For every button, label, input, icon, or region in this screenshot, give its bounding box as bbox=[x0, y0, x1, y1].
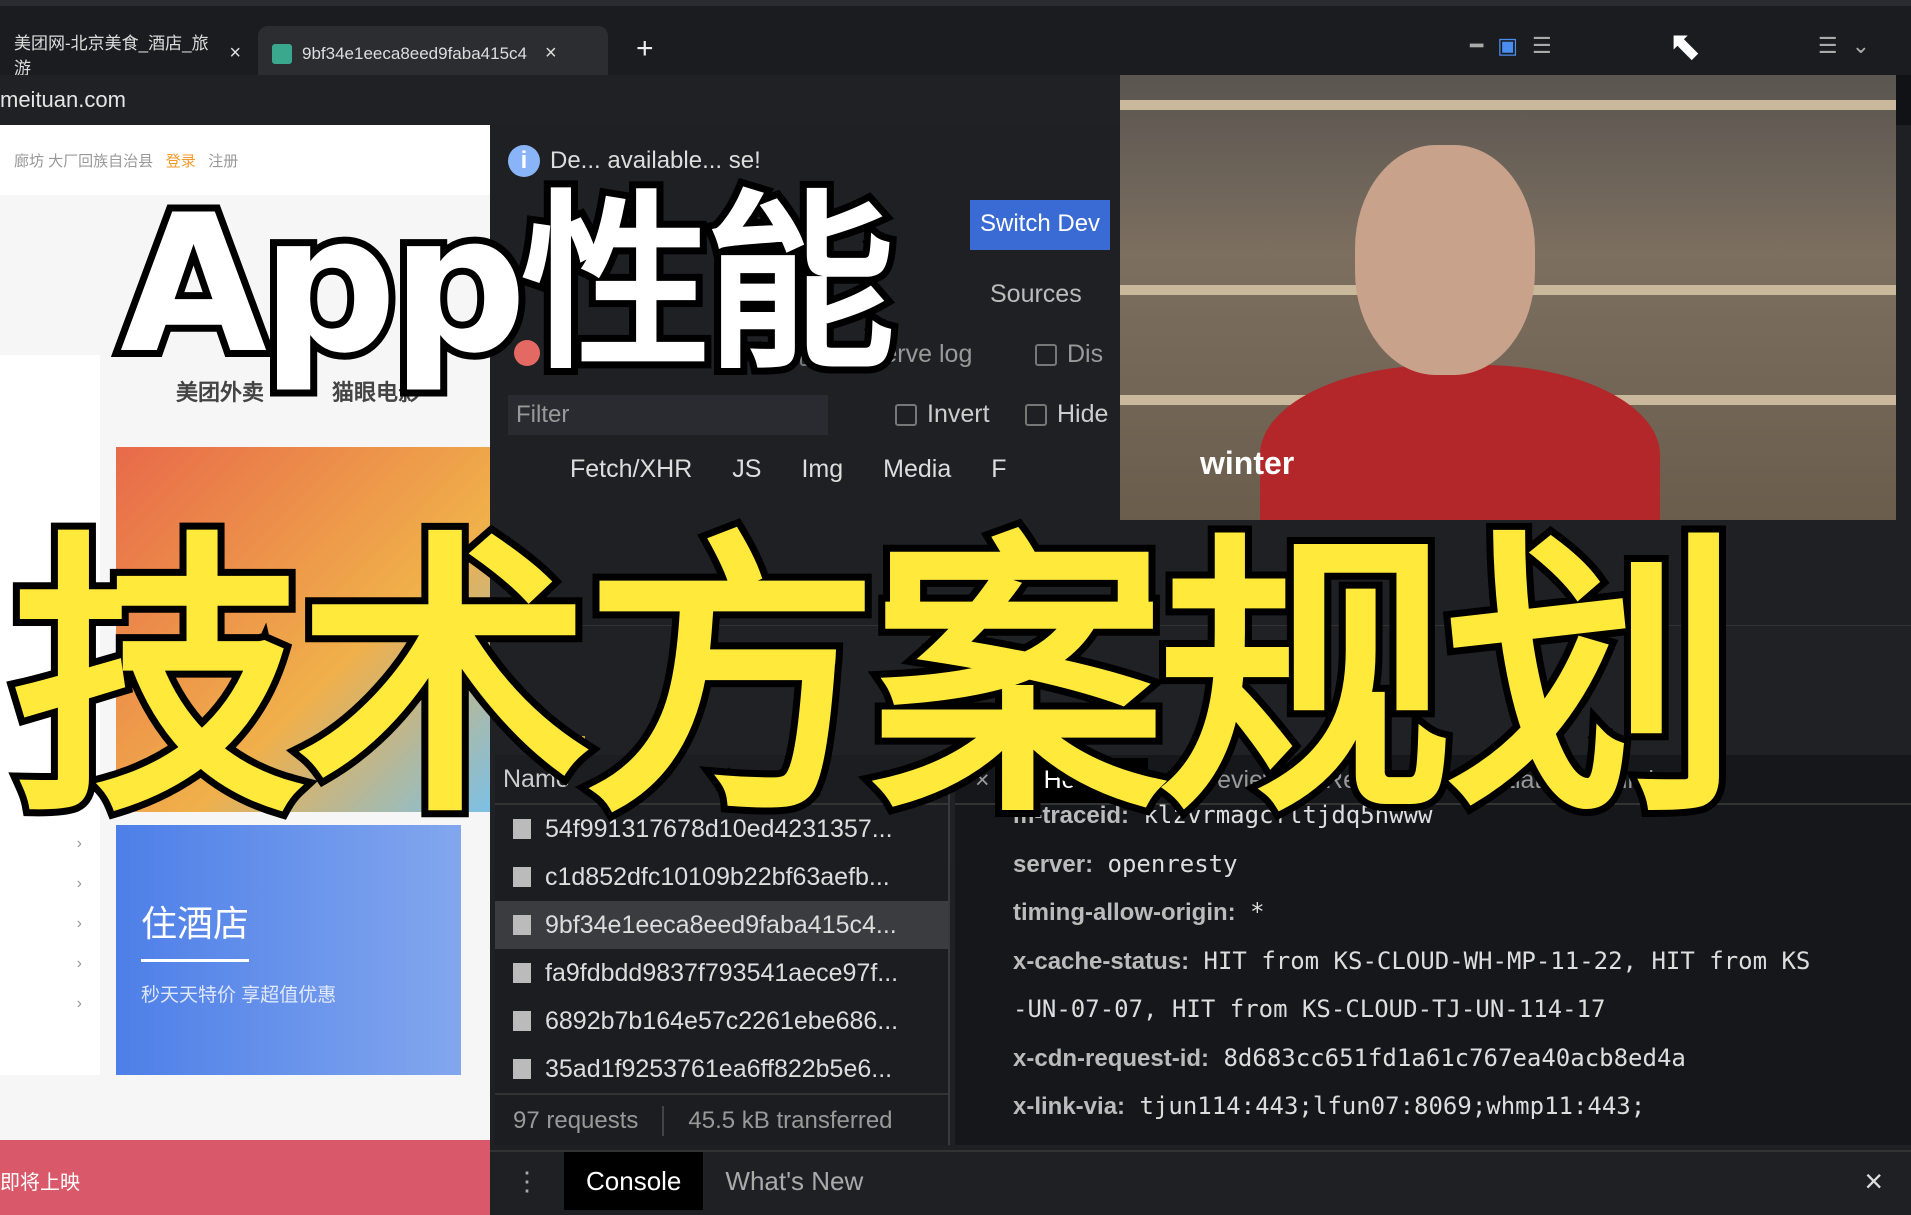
tab-layout-icon[interactable]: ▣ bbox=[1497, 33, 1518, 59]
minimize-icon[interactable]: ━ bbox=[1470, 33, 1483, 59]
close-tab-icon[interactable]: × bbox=[545, 42, 557, 65]
switch-devtools-button[interactable]: Switch Dev bbox=[970, 200, 1110, 250]
header-line: -UN-07-07, HIT from KS-CLOUD-TJ-UN-114-1… bbox=[1013, 995, 1606, 1023]
request-row[interactable]: fa9fdbdd9837f793541aece97f... bbox=[495, 949, 948, 997]
list-icon[interactable]: ☰ bbox=[1532, 33, 1552, 59]
tab-meituan[interactable]: 美团网-北京美食_酒店_旅游 × bbox=[0, 26, 255, 81]
header-line: x-link-via: tjun114:443;lfun07:8069;whmp… bbox=[1013, 1092, 1646, 1120]
close-tab-icon[interactable]: × bbox=[229, 42, 241, 65]
cursor-icon: ⬉ bbox=[1668, 24, 1702, 68]
image-file-icon bbox=[513, 1011, 531, 1031]
window-controls: ━ ▣ ☰ ⬉ ☰ ⌄ bbox=[1470, 24, 1870, 68]
category-item[interactable]: › bbox=[0, 915, 100, 955]
presenter-head bbox=[1355, 145, 1535, 375]
tab-console[interactable]: Console bbox=[564, 1152, 704, 1210]
invert-checkbox[interactable]: Invert bbox=[895, 400, 990, 429]
request-row[interactable]: 35ad1f9253761ea6ff822b5e6... bbox=[495, 1045, 948, 1093]
tab-sources[interactable]: Sources bbox=[990, 280, 1082, 309]
new-tab-button[interactable]: + bbox=[636, 32, 654, 66]
overlay-title-line1: App性能 bbox=[113, 167, 902, 402]
tab-image[interactable]: 9bf34e1eeca8eed9faba415c4 × bbox=[258, 26, 608, 81]
menu-icon[interactable]: ☰ bbox=[1818, 33, 1838, 59]
disable-cache-checkbox[interactable]: Dis bbox=[1035, 340, 1103, 369]
image-file-icon bbox=[513, 1059, 531, 1079]
favicon-icon bbox=[272, 43, 292, 64]
image-file-icon bbox=[513, 963, 531, 983]
request-row[interactable]: 6892b7b164e57c2261ebe686... bbox=[495, 997, 948, 1045]
hide-checkbox[interactable]: Hide bbox=[1025, 400, 1108, 429]
tab-whats-new[interactable]: What's New bbox=[703, 1166, 885, 1197]
status-summary: 97 requests 45.5 kB transferred bbox=[495, 1093, 948, 1147]
tab-bar: 美团网-北京美食_酒店_旅游 × 9bf34e1eeca8eed9faba415c… bbox=[0, 0, 1911, 81]
header-line: x-cache-status: HIT from KS-CLOUD-WH-MP-… bbox=[1013, 946, 1811, 975]
image-file-icon bbox=[513, 867, 531, 887]
more-icon[interactable]: ⋮ bbox=[490, 1166, 564, 1197]
header-line: x-cdn-request-id: 8d683cc651fd1a61c767ea… bbox=[1013, 1043, 1686, 1072]
category-item[interactable]: › bbox=[0, 875, 100, 915]
header-line: timing-allow-origin: * bbox=[1013, 898, 1265, 926]
address-bar[interactable]: meituan.com bbox=[0, 75, 1120, 125]
image-file-icon bbox=[513, 915, 531, 935]
close-drawer-icon[interactable]: × bbox=[1864, 1163, 1911, 1200]
overlay-title-line2: 技术方案规划 bbox=[3, 501, 1747, 859]
chevron-down-icon[interactable]: ⌄ bbox=[1852, 33, 1870, 59]
console-drawer: ⋮ Console What's New × bbox=[490, 1150, 1911, 1210]
category-item[interactable]: › bbox=[0, 995, 100, 1035]
request-row-selected[interactable]: 9bf34e1eeca8eed9faba415c4... bbox=[495, 901, 948, 949]
bottom-bar: 即将上映 bbox=[0, 1140, 490, 1215]
category-item[interactable]: › bbox=[0, 955, 100, 995]
